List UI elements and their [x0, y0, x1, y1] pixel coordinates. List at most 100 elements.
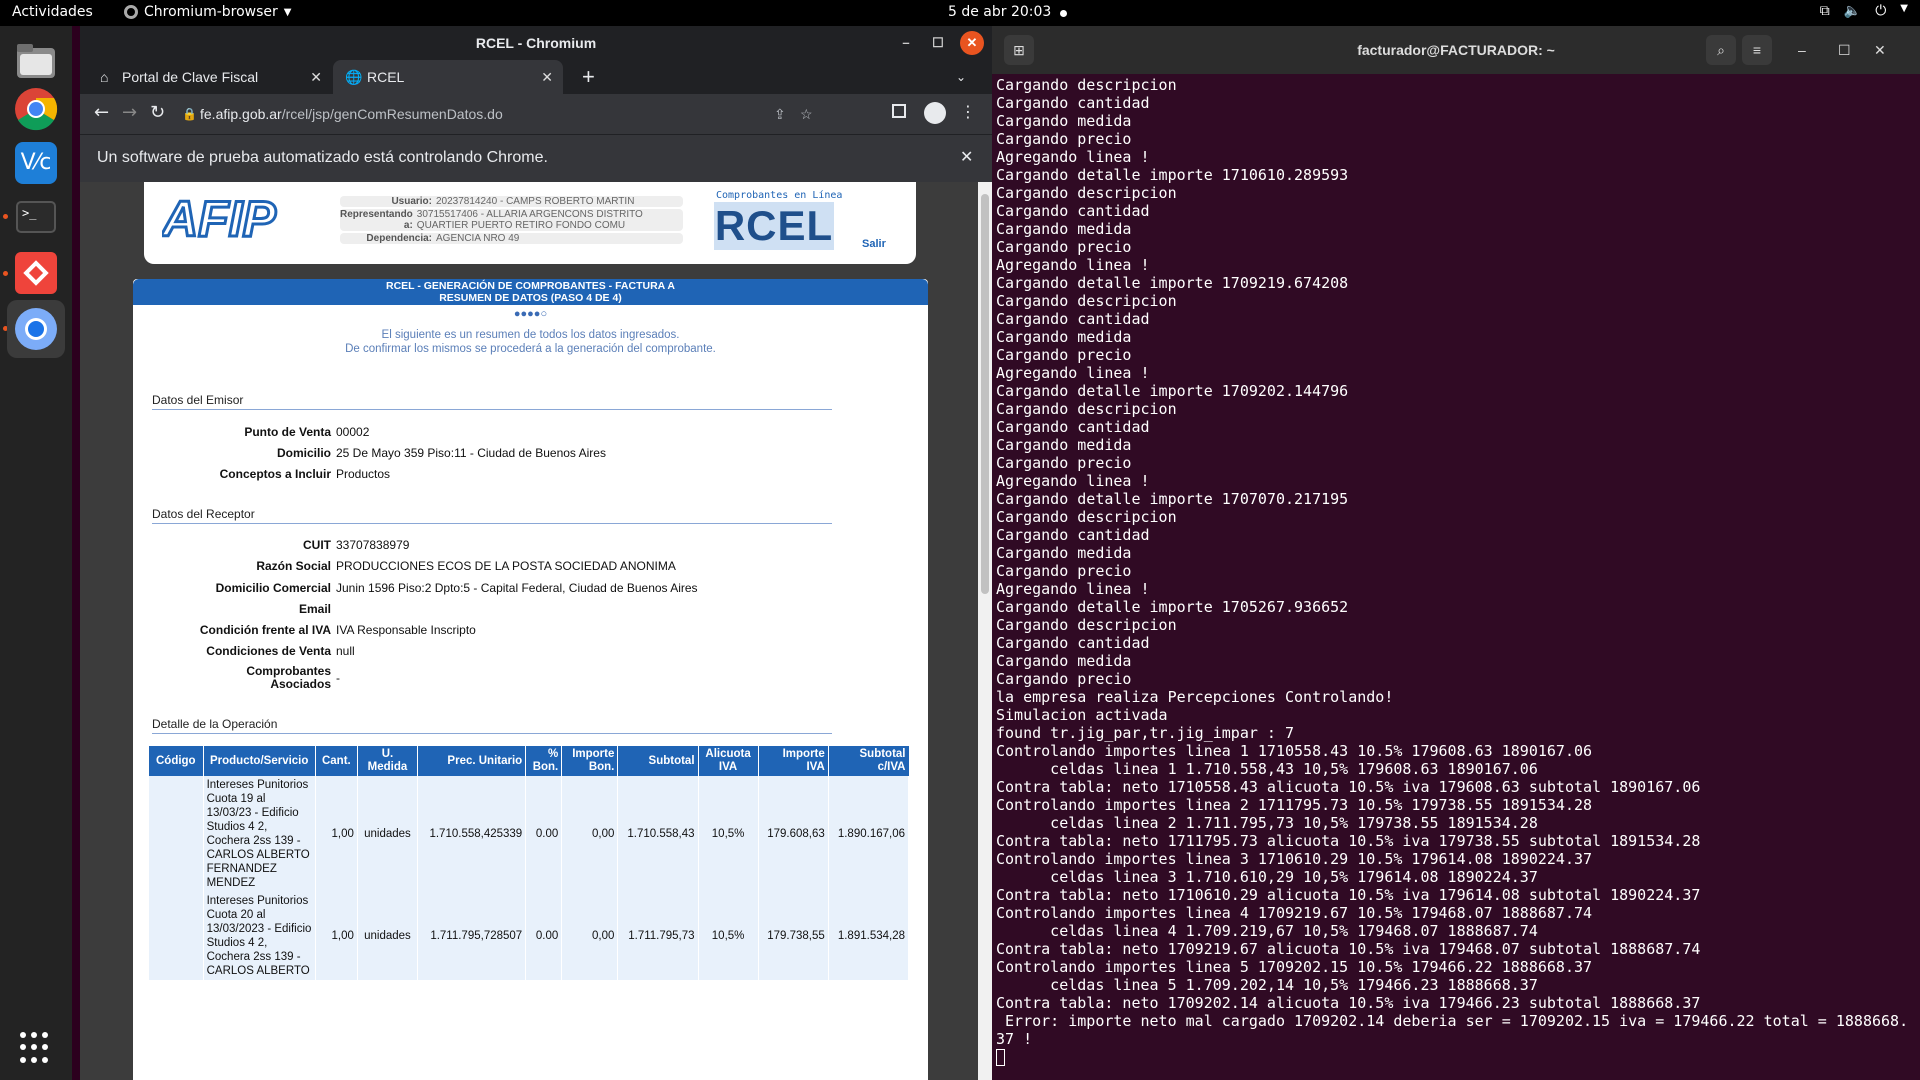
activities-button[interactable]: Actividades [12, 4, 93, 20]
close-tab-icon[interactable]: ✕ [541, 60, 553, 94]
globe-icon: 🌐 [345, 69, 363, 85]
address-bar[interactable]: 🔒 fe.afip.gob.ar/rcel/jsp/genComResumenD… [178, 98, 816, 130]
page-title-line2: RESUMEN DE DATOS (PASO 4 DE 4) [439, 292, 622, 304]
cell-producto: Intereses Punitorios Cuota 20 al 13/03/2… [203, 892, 316, 980]
terminal-title: facturador@FACTURADOR: ~ [1357, 42, 1555, 58]
close-infobar-icon[interactable]: ✕ [960, 135, 973, 181]
running-indicator [3, 271, 8, 276]
cell-importe-bon: 0,00 [561, 776, 619, 892]
chevron-down-icon: ▼ [283, 6, 292, 18]
cell-producto: Intereses Punitorios Cuota 19 al 13/03/2… [203, 776, 316, 892]
search-icon[interactable]: ⌕ [1706, 35, 1736, 65]
dock-terminal[interactable]: >_ [11, 192, 61, 242]
tab-portal-clave-fiscal[interactable]: ⌂ Portal de Clave Fiscal ✕ [88, 60, 332, 94]
maximize-button[interactable]: ☐ [1838, 26, 1851, 74]
cell-cant: 1,00 [315, 776, 358, 892]
app-menu[interactable]: Chromium-browser ▼ [124, 4, 291, 20]
cuit-label: CUIT [303, 538, 331, 552]
side-panel-icon[interactable] [892, 104, 906, 118]
condiciones-venta-label: Condiciones de Venta [206, 644, 331, 658]
terminal-output[interactable]: Cargando descripcion Cargando cantidad Car… [996, 76, 1916, 1066]
terminal-line: 37 ! [996, 1030, 1033, 1048]
representando-value: 30715517406 - ALLARIA ARGENCONS DISTRITO… [416, 209, 643, 231]
minimize-button[interactable]: – [894, 31, 918, 55]
show-apps-button[interactable] [20, 1032, 52, 1064]
notification-dot [1060, 10, 1067, 17]
col-pct-bon: % Bon. [525, 746, 563, 776]
terminal-line: Controlando importes linea 4 1709219.67 … [996, 904, 1593, 922]
page-scrollbar[interactable] [978, 182, 992, 1080]
minimize-button[interactable]: – [1798, 26, 1806, 74]
dock: V⁄c >_ [0, 26, 72, 1080]
terminal-line: Cargando medida [996, 436, 1132, 454]
reload-button[interactable]: ↻ [150, 102, 165, 123]
domicilio-comercial-label: Domicilio Comercial [215, 581, 331, 595]
cuit-value: 33707838979 [336, 538, 410, 552]
salir-link[interactable]: Salir [862, 238, 886, 250]
terminal-line: celdas linea 2 1.711.795,73 10,5% 179738… [996, 814, 1538, 832]
terminal-line: Cargando precio [996, 346, 1132, 364]
terminal-line: Contra tabla: neto 1709219.67 alicuota 1… [996, 940, 1701, 958]
afip-header: AFIP Usuario: 20237814240 - CAMPS ROBERTO… [144, 182, 916, 264]
col-alicuota: Alicuota IVA [698, 746, 759, 776]
clock[interactable]: 5 de abr 20:03 [948, 4, 1051, 20]
intro-line1: El siguiente es un resumen de todos los … [381, 329, 680, 341]
terminal-line: celdas linea 5 1.709.202,14 10,5% 179466… [996, 976, 1538, 994]
page-title-line1: RCEL - GENERACIÓN DE COMPROBANTES - FACT… [386, 280, 675, 292]
condicion-iva-label: Condición frente al IVA [199, 623, 331, 637]
afip-favicon: ⌂ [100, 69, 109, 85]
intro-line2: De confirmar los mismos se procederá a l… [345, 343, 716, 355]
cell-codigo [149, 892, 204, 980]
dock-chromium[interactable] [7, 300, 65, 358]
cell-subtotal: 1.710.558,43 [617, 776, 699, 892]
section-receptor: Datos del Receptor [152, 507, 832, 524]
system-tray[interactable]: ⧉ 🔈 ⏻ ▼ [1820, 3, 1908, 19]
terminal-line: Cargando descripcion [996, 184, 1177, 202]
terminal-line: celdas linea 1 1.710.558,43 10,5% 179608… [996, 760, 1538, 778]
terminal-line: Cargando detalle importe 1705267.936652 [996, 598, 1349, 616]
share-icon[interactable]: ⇪ [774, 98, 786, 130]
tab-rcel[interactable]: 🌐 RCEL ✕ [333, 60, 563, 94]
back-button[interactable]: ← [94, 102, 109, 123]
close-button[interactable]: ✕ [1874, 26, 1886, 74]
dock-chrome[interactable] [11, 84, 61, 134]
dock-anydesk[interactable] [11, 248, 61, 298]
col-importe-bon: Importe Bon. [561, 746, 619, 776]
forward-button[interactable]: → [122, 102, 137, 123]
dock-files[interactable] [11, 36, 61, 86]
terminal-line: Cargando precio [996, 130, 1132, 148]
profile-avatar[interactable] [924, 102, 946, 124]
close-tab-icon[interactable]: ✕ [310, 60, 322, 94]
bookmark-star-icon[interactable]: ☆ [800, 98, 813, 130]
dock-vscode-like[interactable]: V⁄c [11, 138, 61, 188]
terminal-line: Cargando cantidad [996, 94, 1150, 112]
col-codigo: Código [149, 746, 204, 776]
tab-search-button[interactable]: ⌄ [956, 60, 966, 94]
col-importe-iva: Importe IVA [758, 746, 829, 776]
page-title: RCEL - GENERACIÓN DE COMPROBANTES - FACT… [133, 279, 928, 305]
terminal-titlebar: ⊞ facturador@FACTURADOR: ~ ⌕ ≡ – ☐ ✕ [992, 26, 1920, 74]
terminal-icon: >_ [16, 201, 56, 233]
terminal-line: Cargando medida [996, 544, 1132, 562]
col-prec-unitario: Prec. Unitario [417, 746, 527, 776]
terminal-cursor [996, 1048, 1916, 1066]
toolbar: ← → ↻ 🔒 fe.afip.gob.ar/rcel/jsp/genComRe… [80, 94, 992, 134]
terminal-line: Cargando descripcion [996, 616, 1177, 634]
terminal-line: Simulacion activada [996, 706, 1168, 724]
new-tab-button[interactable]: + [582, 60, 595, 94]
close-button[interactable]: ✕ [960, 31, 984, 55]
new-tab-icon[interactable]: ⊞ [1004, 35, 1034, 65]
terminal-line: Contra tabla: neto 1709202.14 alicuota 1… [996, 994, 1701, 1012]
scrollbar-thumb[interactable] [981, 194, 989, 594]
tab-strip: ⌂ Portal de Clave Fiscal ✕ 🌐 RCEL ✕ + ⌄ [80, 60, 992, 94]
hamburger-menu-icon[interactable]: ≡ [1742, 35, 1772, 65]
terminal-line: Contra tabla: neto 1711795.73 alicuota 1… [996, 832, 1701, 850]
terminal-window: ⊞ facturador@FACTURADOR: ~ ⌕ ≡ – ☐ ✕ Car… [992, 26, 1920, 1080]
terminal-line: Cargando detalle importe 1709202.144796 [996, 382, 1349, 400]
menu-kebab-icon[interactable]: ⋮ [960, 102, 976, 121]
terminal-line: Error: importe neto mal cargado 1709202.… [996, 1012, 1909, 1030]
maximize-button[interactable]: ☐ [926, 31, 950, 55]
terminal-line: Cargando medida [996, 328, 1132, 346]
table-header-row: Código Producto/Servicio Cant. U. Medida… [149, 746, 909, 776]
terminal-line: Cargando precio [996, 670, 1132, 688]
